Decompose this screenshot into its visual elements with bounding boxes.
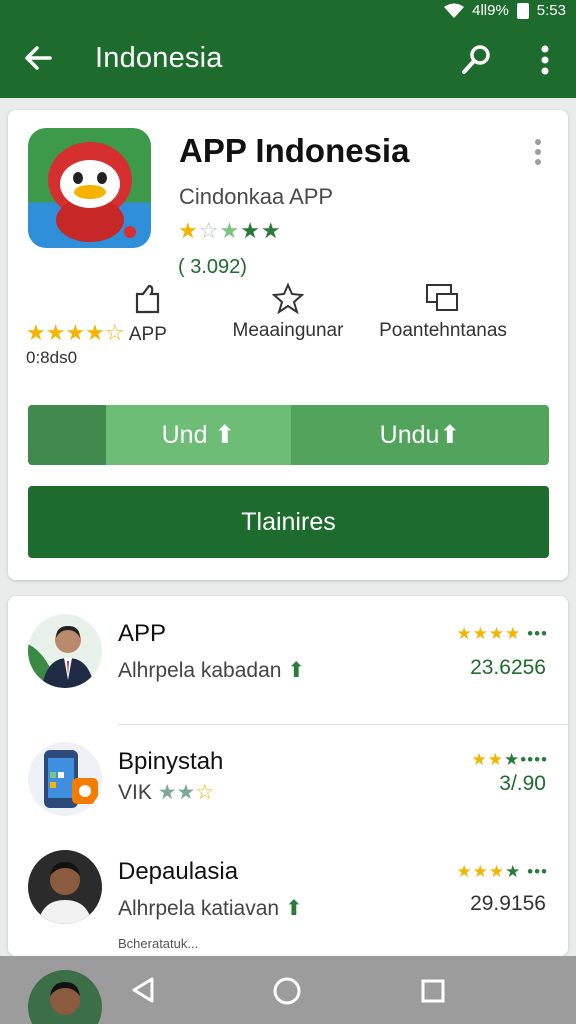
share-icon [135,284,160,314]
nav-recents-icon[interactable] [420,978,446,1004]
list-item-value: 29.9156 [470,892,546,915]
list-item-subtitle: Alhrpela katiavan ⬆ [118,896,303,921]
list-item-stars-small: ★★☆ [157,781,215,804]
list-item-stars: ★★★★ ••• [456,624,548,643]
list-footer-text: Bcheratatuk... [118,936,199,951]
avatar [28,850,102,924]
download-icon: ⬆ [287,659,305,682]
list-item-subtitle-text: Alhrpela katiavan [118,897,280,920]
download-button-right[interactable]: Undu⬆ [291,405,549,465]
battery-icon [516,2,529,19]
clock: 5:53 [536,2,566,19]
main-action-button[interactable]: Tlainires [28,486,549,558]
avatar [28,614,102,688]
meta-second-label: Meaaingunar [232,320,344,341]
more-vert-icon[interactable] [530,40,560,80]
back-arrow-icon[interactable] [20,40,56,76]
list-item-title: Bpinystah [118,748,224,775]
app-detail-card: APP Indonesia Cindonkaa APP ★☆★★★ ( 3.09… [8,110,568,580]
list-item[interactable]: Depaulasia Alhrpela katiavan ⬆ ★★★★ ••• … [8,848,568,958]
search-icon[interactable] [458,42,494,78]
nav-home-icon[interactable] [272,976,302,1006]
meta-third-label: Poantehntanas [379,320,507,341]
system-nav-bar [0,956,576,1024]
phone-app-icon [28,742,102,816]
nav-back-icon[interactable] [130,976,156,1004]
list-item-subtitle-text: VIK [118,781,152,804]
avatar [28,970,102,1024]
card-more-icon[interactable] [528,136,548,168]
list-item-stars: ★★★★ ••• [456,862,548,881]
page-title: Indonesia [95,42,223,74]
rating-count: ( 3.092) [178,256,247,278]
rating-info: ★★★★☆ APP 0:8ds0 [26,282,206,368]
wifi-icon [444,3,465,18]
split-left-cap[interactable] [28,405,106,465]
meta-third: Poantehntanas [363,282,523,342]
rating-sub: 0:8ds0 [26,348,78,367]
divider [118,724,568,725]
download-button-left[interactable]: Und ⬆ [106,405,291,465]
list-item[interactable]: APP Alhrpela kabadan ⬆ ★★★★ ••• 23.6256 [8,610,568,720]
star-outline-icon [272,282,304,314]
rating-stars: ★★★★☆ [26,320,125,345]
status-bar: 4ll9% 5:53 [0,0,576,22]
app-toolbar: Indonesia [0,22,576,98]
rating-label: APP [128,324,167,345]
download-icon: ⬆ [284,897,303,920]
list-item-stars: ★★★•••• [471,750,548,769]
list-item-subtitle-text: Alhrpela kabadan [118,659,282,682]
list-item-title: Depaulasia [118,858,239,885]
app-logo-icon [28,128,151,248]
app-rating-stars: ★☆★★★ [178,218,282,243]
split-action-bar: Und ⬆ Undu⬆ [28,405,549,465]
app-title: APP Indonesia [179,132,410,169]
meta-second: Meaaingunar [213,282,363,342]
status-icons: 4ll9% 5:53 [444,2,566,19]
list-item-title: APP [118,620,167,647]
battery-level: 4ll9% [472,2,509,19]
list-item[interactable]: Bpinystah VIK ★★☆ ★★★•••• 3/.90 [8,732,568,842]
app-developer: Cindonkaa APP [179,184,334,209]
list-item-value: 23.6256 [470,656,546,679]
screen-icon [426,284,458,311]
list-item-subtitle: VIK ★★☆ [118,780,214,805]
list-item-value: 3/.90 [499,772,546,795]
list-item-subtitle: Alhrpela kabadan ⬆ [118,658,305,683]
app-list: APP Alhrpela kabadan ⬆ ★★★★ ••• 23.6256 … [8,596,568,956]
